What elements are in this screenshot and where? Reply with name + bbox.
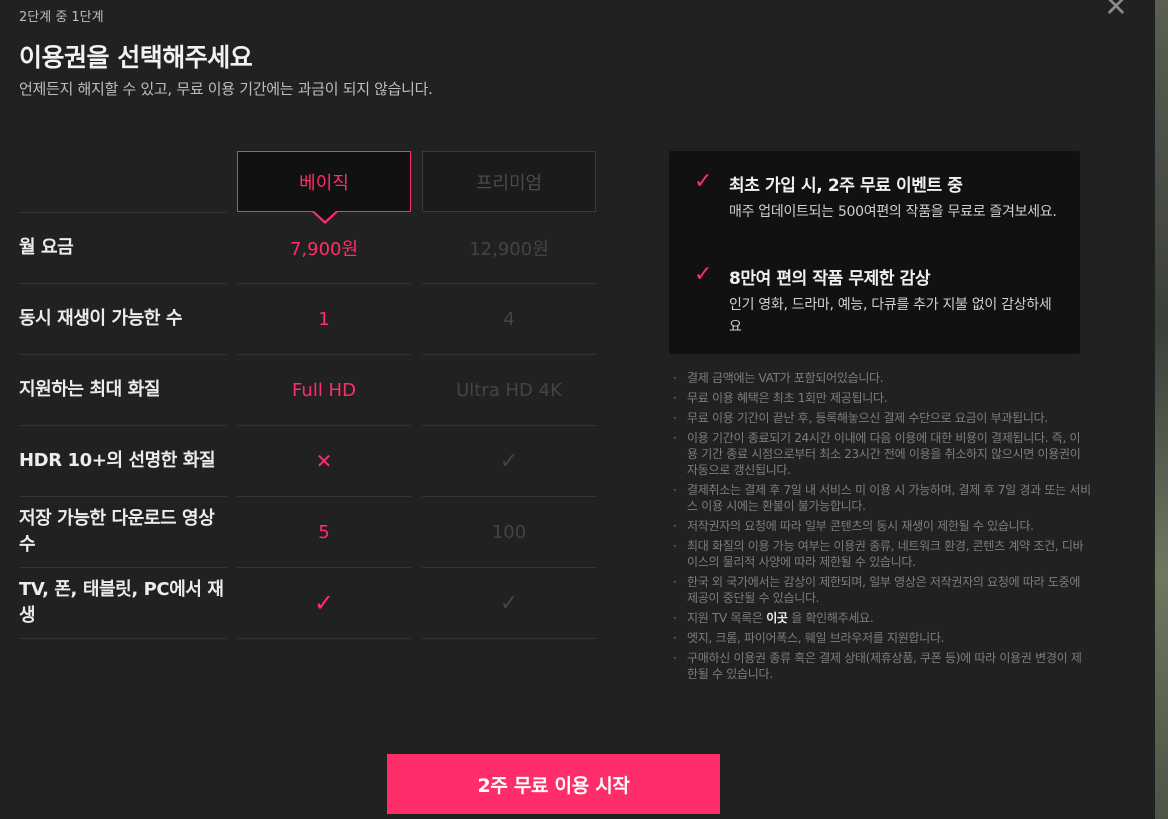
x-icon: ✕ xyxy=(237,426,411,497)
notice-item: 무료 이용 혜택은 최초 1회만 제공됩니다. xyxy=(671,390,1091,406)
table-row-hdr: HDR 10+의 선명한 화질 ✕ ✓ xyxy=(19,426,596,497)
basic-downloads: 5 xyxy=(237,497,411,568)
notice-item: 최대 화질의 이용 가능 여부는 이용권 종류, 네트워크 환경, 콘텐츠 계약… xyxy=(671,538,1091,570)
premium-downloads: 100 xyxy=(422,497,596,568)
step-indicator: 2단계 중 1단계 xyxy=(19,10,104,25)
close-icon[interactable]: ✕ xyxy=(1103,0,1129,21)
check-icon: ✓ xyxy=(694,262,713,287)
promo-desc: 인기 영화, 드라마, 예능, 다큐를 추가 지불 없이 감상하세요 xyxy=(729,297,1052,335)
promo-title: 8만여 편의 작품 무제한 감상 xyxy=(729,269,931,289)
notice-text: 을 확인해주세요. xyxy=(791,611,874,625)
notice-item: 한국 외 국가에서는 감상이 제한되며, 일부 영상은 저작권자의 요청에 따라… xyxy=(671,574,1091,606)
row-label: 월 요금 xyxy=(19,213,227,284)
notice-item: 결제취소는 결제 후 7일 내 서비스 미 이용 시 가능하며, 결제 후 7일… xyxy=(671,482,1091,514)
premium-streams: 4 xyxy=(422,284,596,355)
check-icon: ✓ xyxy=(237,568,411,639)
background-page-strip xyxy=(1155,0,1168,819)
table-row-price: 월 요금 7,900원 12,900원 xyxy=(19,213,596,284)
premium-price: 12,900원 xyxy=(422,213,596,284)
table-row-streams: 동시 재생이 가능한 수 1 4 xyxy=(19,284,596,355)
notice-text: 지원 TV 목록은 xyxy=(687,611,763,625)
check-icon: ✓ xyxy=(422,426,596,497)
notice-list: 결제 금액에는 VAT가 포함되어있습니다. 무료 이용 혜택은 최초 1회만 … xyxy=(671,370,1091,686)
row-label: 지원하는 최대 화질 xyxy=(19,355,227,426)
table-row-downloads: 저장 가능한 다운로드 영상 수 5 100 xyxy=(19,497,596,568)
notice-item: 이용 기간이 종료되기 24시간 이내에 다음 이용에 대한 비용이 결제됩니다… xyxy=(671,430,1091,478)
notice-item: 결제 금액에는 VAT가 포함되어있습니다. xyxy=(671,370,1091,386)
promo-title: 최초 가입 시, 2주 무료 이벤트 중 xyxy=(729,176,963,196)
check-icon: ✓ xyxy=(694,169,713,194)
notice-item: 저작권자의 요청에 따라 일부 콘텐츠의 동시 재생이 제한될 수 있습니다. xyxy=(671,518,1091,534)
table-row-devices: TV, 폰, 태블릿, PC에서 재생 ✓ ✓ xyxy=(19,568,596,639)
tv-list-link[interactable]: 이곳 xyxy=(766,611,788,625)
promo-box: ✓ 최초 가입 시, 2주 무료 이벤트 중 매주 업데이트되는 500여편의 … xyxy=(669,151,1080,354)
row-label: 저장 가능한 다운로드 영상 수 xyxy=(19,497,227,568)
notice-item: 구매하신 이용권 종류 혹은 결제 상태(제휴상품, 쿠폰 등)에 따라 이용권… xyxy=(671,650,1091,682)
table-row-quality: 지원하는 최대 화질 Full HD Ultra HD 4K xyxy=(19,355,596,426)
row-label: TV, 폰, 태블릿, PC에서 재생 xyxy=(19,568,227,639)
promo-desc: 매주 업데이트되는 500여편의 작품을 무료로 즐겨보세요. xyxy=(729,204,1057,220)
plan-tab-premium[interactable]: 프리미엄 xyxy=(422,151,596,212)
page-title: 이용권을 선택해주세요 xyxy=(19,43,253,72)
plan-tab-basic[interactable]: 베이직 xyxy=(237,151,411,212)
start-free-trial-button[interactable]: 2주 무료 이용 시작 xyxy=(387,754,720,814)
basic-price: 7,900원 xyxy=(237,213,411,284)
check-icon: ✓ xyxy=(422,568,596,639)
notice-item: 무료 이용 기간이 끝난 후, 등록해놓으신 결제 수단으로 요금이 부과됩니다… xyxy=(671,410,1091,426)
row-label: HDR 10+의 선명한 화질 xyxy=(19,426,227,497)
row-label: 동시 재생이 가능한 수 xyxy=(19,284,227,355)
plan-select-modal: ✕ 2단계 중 1단계 이용권을 선택해주세요 언제든지 해지할 수 있고, 무… xyxy=(0,0,1155,819)
notice-item: 지원 TV 목록은 이곳 을 확인해주세요. xyxy=(671,610,1091,626)
basic-streams: 1 xyxy=(237,284,411,355)
notice-item: 엣지, 크롬, 파이어폭스, 웨일 브라우저를 지원합니다. xyxy=(671,630,1091,646)
basic-quality: Full HD xyxy=(237,355,411,426)
page-subtitle: 언제든지 해지할 수 있고, 무료 이용 기간에는 과금이 되지 않습니다. xyxy=(19,80,433,98)
premium-quality: Ultra HD 4K xyxy=(422,355,596,426)
